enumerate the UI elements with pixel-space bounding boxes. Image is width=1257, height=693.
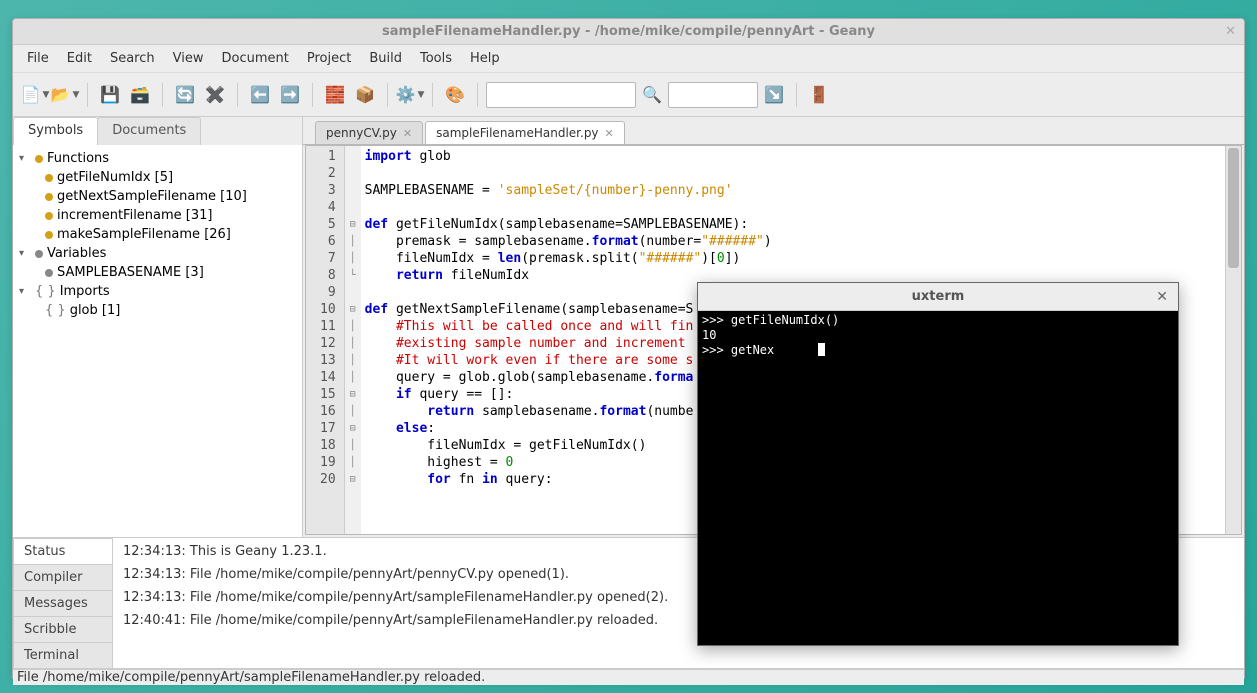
reload-button[interactable]: 🔄 [171,81,199,109]
close-icon[interactable]: ✕ [1225,24,1236,39]
quit-button[interactable]: 🚪 [805,81,833,109]
symbol-function[interactable]: makeSampleFilename [26] [13,225,302,244]
save-button[interactable]: 💾 [96,81,124,109]
symbols-list[interactable]: ▾Functions getFileNumIdx [5] getNextSamp… [13,145,302,537]
label: Variables [47,246,106,261]
symbol-variable[interactable]: SAMPLEBASENAME [3] [13,263,302,282]
label: Imports [60,284,110,299]
msgtab-compiler[interactable]: Compiler [13,564,113,591]
symbol-function[interactable]: incrementFilename [31] [13,206,302,225]
tab-documents[interactable]: Documents [97,117,201,145]
window-title: sampleFilenameHandler.py - /home/mike/co… [382,24,875,39]
uxterm-window[interactable]: uxterm ✕ >>> getFileNumIdx() 10 >>> getN… [697,282,1179,646]
new-file-button[interactable]: 📄▼ [21,81,49,109]
scrollbar-thumb[interactable] [1228,148,1239,268]
menubar: File Edit Search View Document Project B… [13,45,1244,73]
nav-forward-button[interactable]: ➡️ [276,81,304,109]
goto-line-button[interactable]: ↘️ [760,81,788,109]
msgtab-scribble[interactable]: Scribble [13,616,113,643]
symbol-function[interactable]: getFileNumIdx [5] [13,168,302,187]
status-text: File /home/mike/compile/pennyArt/sampleF… [17,670,485,685]
separator [387,83,388,107]
uxterm-title: uxterm [912,289,965,304]
compile-button[interactable]: 🧱 [321,81,349,109]
separator [432,83,433,107]
menu-help[interactable]: Help [462,47,508,70]
menu-edit[interactable]: Edit [59,47,100,70]
tree-section-imports[interactable]: ▾{ }Imports [13,282,302,301]
symbol-function[interactable]: getNextSampleFilename [10] [13,187,302,206]
color-chooser-button[interactable]: 🎨 [441,81,469,109]
cursor-icon [818,343,825,356]
msgtab-terminal[interactable]: Terminal [13,642,113,669]
tree-section-functions[interactable]: ▾Functions [13,149,302,168]
uxterm-body[interactable]: >>> getFileNumIdx() 10 >>> getNex [698,311,1178,645]
separator [237,83,238,107]
tree-section-variables[interactable]: ▾Variables [13,244,302,263]
close-tab-icon[interactable]: ✕ [403,127,412,140]
editor-tabs: pennyCV.py✕ sampleFilenameHandler.py✕ [303,117,1244,145]
toolbar: 📄▼ 📂▼ 💾 🗃️ 🔄 ✖️ ⬅️ ➡️ 🧱 📦 ⚙️▼ 🎨 🔍 ↘️ 🚪 [13,73,1244,117]
separator [312,83,313,107]
msgtab-messages[interactable]: Messages [13,590,113,617]
separator [477,83,478,107]
msgtab-status[interactable]: Status [13,538,113,565]
build-button[interactable]: 📦 [351,81,379,109]
goto-line-field[interactable] [668,82,758,108]
statusbar: File /home/mike/compile/pennyArt/sampleF… [13,669,1244,685]
menu-document[interactable]: Document [213,47,296,70]
open-file-button[interactable]: 📂▼ [51,81,79,109]
tab-symbols[interactable]: Symbols [13,117,98,145]
nav-back-button[interactable]: ⬅️ [246,81,274,109]
message-tabs: Status Compiler Messages Scribble Termin… [13,538,113,668]
menu-search[interactable]: Search [102,47,163,70]
separator [162,83,163,107]
line-gutter: 1234567891011121314151617181920 [306,146,345,534]
close-icon[interactable]: ✕ [1156,289,1168,305]
fold-column[interactable]: ⊟││└⊟││││⊟│⊟││⊟ [345,146,361,534]
label: Functions [47,151,109,166]
search-field[interactable] [486,82,636,108]
tab-pennycv[interactable]: pennyCV.py✕ [315,121,423,144]
menu-view[interactable]: View [165,47,212,70]
side-panel: Symbols Documents ▾Functions getFileNumI… [13,117,303,537]
tab-samplefilenamehandler[interactable]: sampleFilenameHandler.py✕ [425,121,625,144]
symbol-import[interactable]: { }glob [1] [13,301,302,320]
run-button[interactable]: ⚙️▼ [396,81,424,109]
menu-tools[interactable]: Tools [412,47,460,70]
menu-build[interactable]: Build [361,47,410,70]
close-tab-icon[interactable]: ✕ [605,127,614,140]
menu-project[interactable]: Project [299,47,359,70]
titlebar: sampleFilenameHandler.py - /home/mike/co… [13,19,1244,45]
search-button[interactable]: 🔍 [638,81,666,109]
separator [87,83,88,107]
side-tabs: Symbols Documents [13,117,302,145]
uxterm-titlebar[interactable]: uxterm ✕ [698,283,1178,311]
menu-file[interactable]: File [19,47,57,70]
editor-scrollbar[interactable] [1225,146,1241,534]
separator [796,83,797,107]
save-all-button[interactable]: 🗃️ [126,81,154,109]
close-file-button[interactable]: ✖️ [201,81,229,109]
